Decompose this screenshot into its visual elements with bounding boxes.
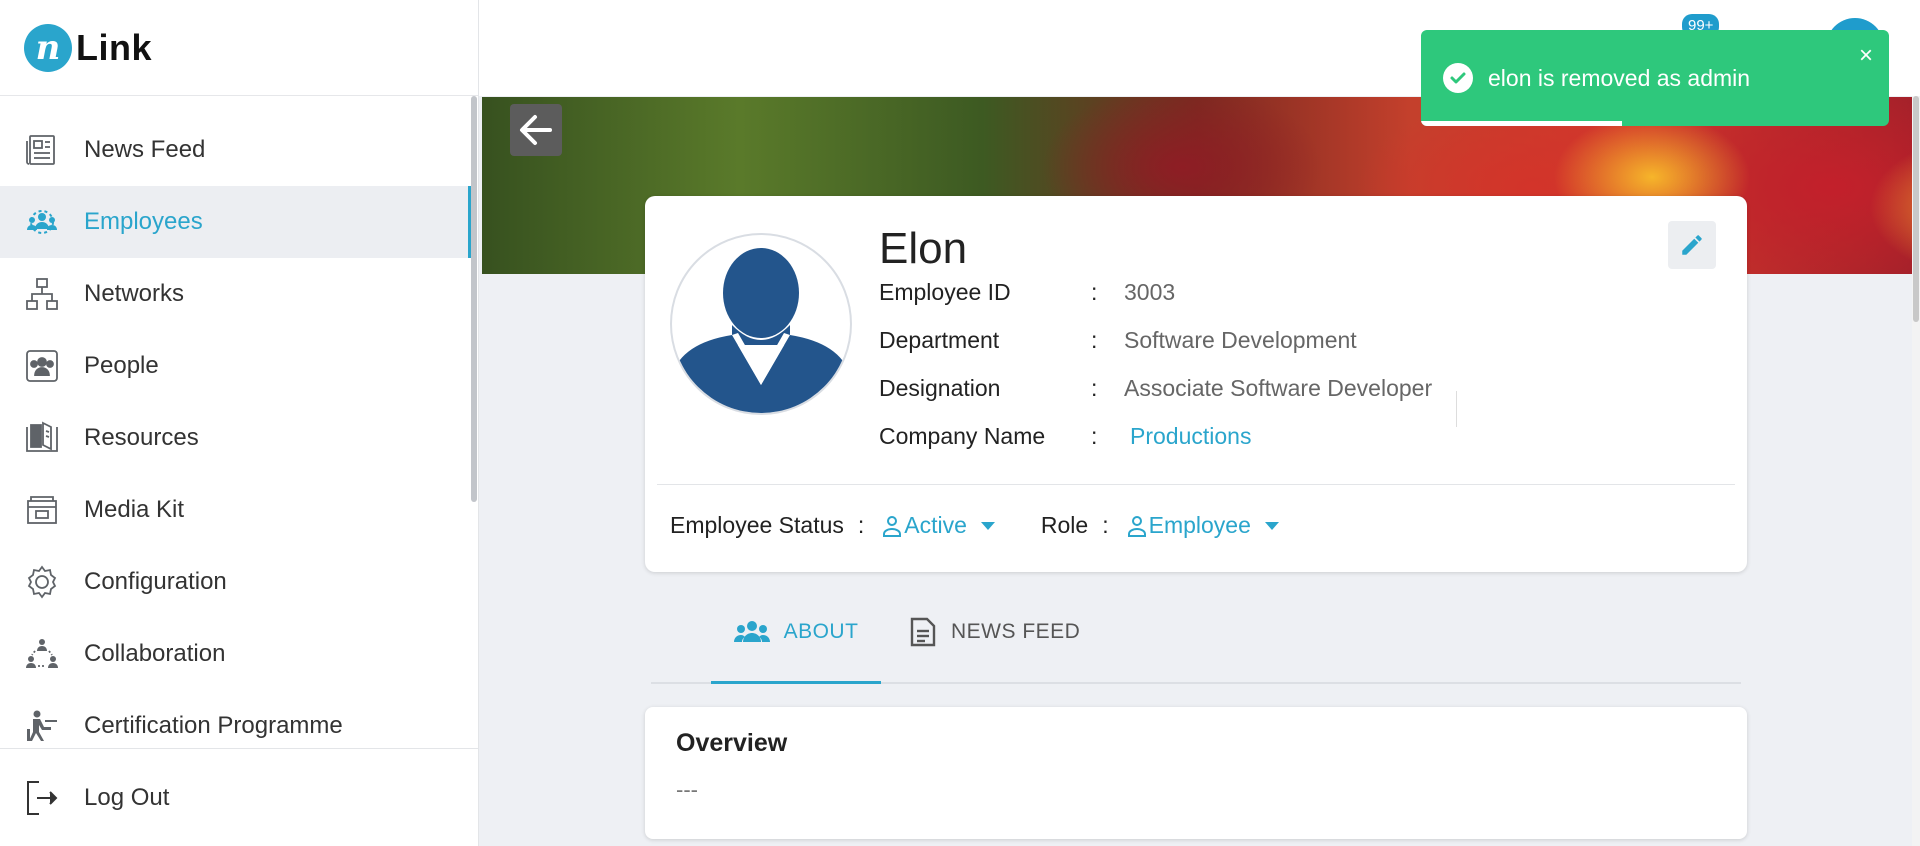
arrow-left-icon	[520, 115, 552, 145]
employees-icon	[24, 204, 60, 240]
employee-id-value: 3003	[1124, 278, 1176, 305]
sidebar: n Link News Feed Employees Networks Peop…	[0, 0, 479, 846]
field-colon: :	[1091, 422, 1098, 449]
field-label: Designation	[879, 374, 1001, 401]
person-outline-icon	[883, 515, 902, 537]
sidebar-nav: News Feed Employees Networks People Reso…	[0, 114, 472, 762]
sidebar-item-label: People	[84, 352, 159, 379]
logo[interactable]: n Link	[0, 0, 478, 96]
company-name-link[interactable]: Productions	[1130, 423, 1251, 450]
field-label: Employee ID	[879, 278, 1011, 305]
check-circle-icon	[1443, 63, 1473, 93]
employee-status-dropdown[interactable]: Active	[880, 512, 995, 539]
close-icon[interactable]: ×	[1859, 44, 1873, 68]
sidebar-scrollbar[interactable]	[471, 96, 477, 502]
overview-body: ---	[676, 777, 698, 802]
sidebar-item-people[interactable]: People	[0, 330, 470, 402]
sidebar-item-configuration[interactable]: Configuration	[0, 546, 470, 618]
role-label: Role	[1040, 512, 1089, 538]
role-dropdown[interactable]: Employee	[1125, 512, 1279, 539]
sidebar-item-collaboration[interactable]: Collaboration	[0, 618, 470, 690]
toast-notification: elon is removed as admin ×	[1421, 30, 1889, 126]
page-scrollbar-thumb[interactable]	[1913, 96, 1919, 322]
edit-profile-button[interactable]	[1668, 221, 1716, 269]
logout-label: Log Out	[84, 783, 170, 811]
tab-label: ABOUT	[783, 620, 859, 643]
status-row: Employee Status : Active Role : Employee	[670, 512, 1279, 539]
employee-name: Elon	[879, 224, 968, 273]
person-outline-icon	[1127, 515, 1146, 537]
sidebar-item-employees[interactable]: Employees	[0, 186, 472, 258]
toast-message: elon is removed as admin	[1488, 65, 1751, 91]
media-kit-icon	[24, 492, 60, 528]
group-icon	[733, 620, 770, 644]
field-label: Department	[879, 326, 1000, 353]
profile-photo[interactable]	[670, 233, 852, 415]
pencil-icon	[1682, 235, 1702, 255]
page-scrollbar[interactable]	[1912, 96, 1920, 846]
employee-status-label: Employee Status	[670, 512, 844, 538]
department-row: Department : Software Development	[879, 325, 1357, 355]
sidebar-item-resources[interactable]: Resources	[0, 402, 470, 474]
logo-mark-icon: n	[24, 23, 72, 72]
logo-text: Link	[76, 26, 153, 68]
toast-progress-bar	[1421, 121, 1623, 126]
gear-icon	[24, 564, 60, 600]
divider	[1456, 391, 1457, 427]
sidebar-item-label: Media Kit	[84, 496, 185, 523]
collaboration-icon	[24, 636, 60, 672]
sidebar-item-label: Configuration	[84, 568, 227, 595]
chevron-down-icon	[980, 521, 995, 530]
profile-card: Elon Employee ID : 3003 Department : Sof…	[645, 196, 1747, 572]
employee-status-value: Active	[904, 512, 967, 538]
network-icon	[24, 276, 60, 312]
department-value: Software Development	[1124, 326, 1357, 353]
document-icon	[909, 617, 937, 647]
sidebar-item-label: Resources	[84, 424, 199, 451]
status-colon: :	[857, 512, 865, 538]
chevron-down-icon	[1264, 521, 1279, 530]
logout-icon	[24, 780, 60, 816]
role-value: Employee	[1148, 512, 1251, 538]
role-colon: :	[1102, 512, 1109, 538]
tab-news-feed[interactable]: NEWS FEED	[909, 582, 1080, 682]
people-icon	[24, 348, 60, 384]
sidebar-item-networks[interactable]: Networks	[0, 258, 470, 330]
avatar-silhouette-icon	[672, 248, 850, 413]
sidebar-item-media-kit[interactable]: Media Kit	[0, 474, 470, 546]
overview-card: Overview ---	[645, 707, 1747, 839]
newspaper-icon	[24, 132, 60, 168]
field-colon: :	[1091, 326, 1098, 353]
book-icon	[24, 420, 60, 456]
sidebar-item-label: Employees	[84, 208, 203, 235]
certification-icon	[24, 708, 60, 744]
company-name-row: Company Name : Productions	[879, 421, 1251, 451]
card-divider	[657, 484, 1735, 485]
sidebar-item-label: Certification Programme	[84, 712, 343, 739]
employee-id-row: Employee ID : 3003	[879, 277, 1175, 307]
sidebar-item-news-feed[interactable]: News Feed	[0, 114, 470, 186]
overview-title: Overview	[676, 729, 788, 757]
sidebar-item-label: Networks	[84, 280, 185, 307]
back-button[interactable]	[510, 104, 562, 156]
designation-value: Associate Software Developer	[1124, 374, 1433, 401]
field-label: Company Name	[879, 422, 1046, 449]
tab-about[interactable]: ABOUT	[711, 582, 881, 684]
field-colon: :	[1091, 374, 1098, 401]
profile-tabs: ABOUT NEWS FEED	[651, 582, 1741, 684]
sidebar-item-label: News Feed	[84, 136, 206, 163]
sidebar-item-label: Collaboration	[84, 640, 226, 667]
field-colon: :	[1091, 278, 1098, 305]
logout-button[interactable]: Log Out	[0, 748, 478, 846]
designation-row: Designation : Associate Software Develop…	[879, 373, 1432, 403]
tab-label: NEWS FEED	[951, 620, 1081, 643]
